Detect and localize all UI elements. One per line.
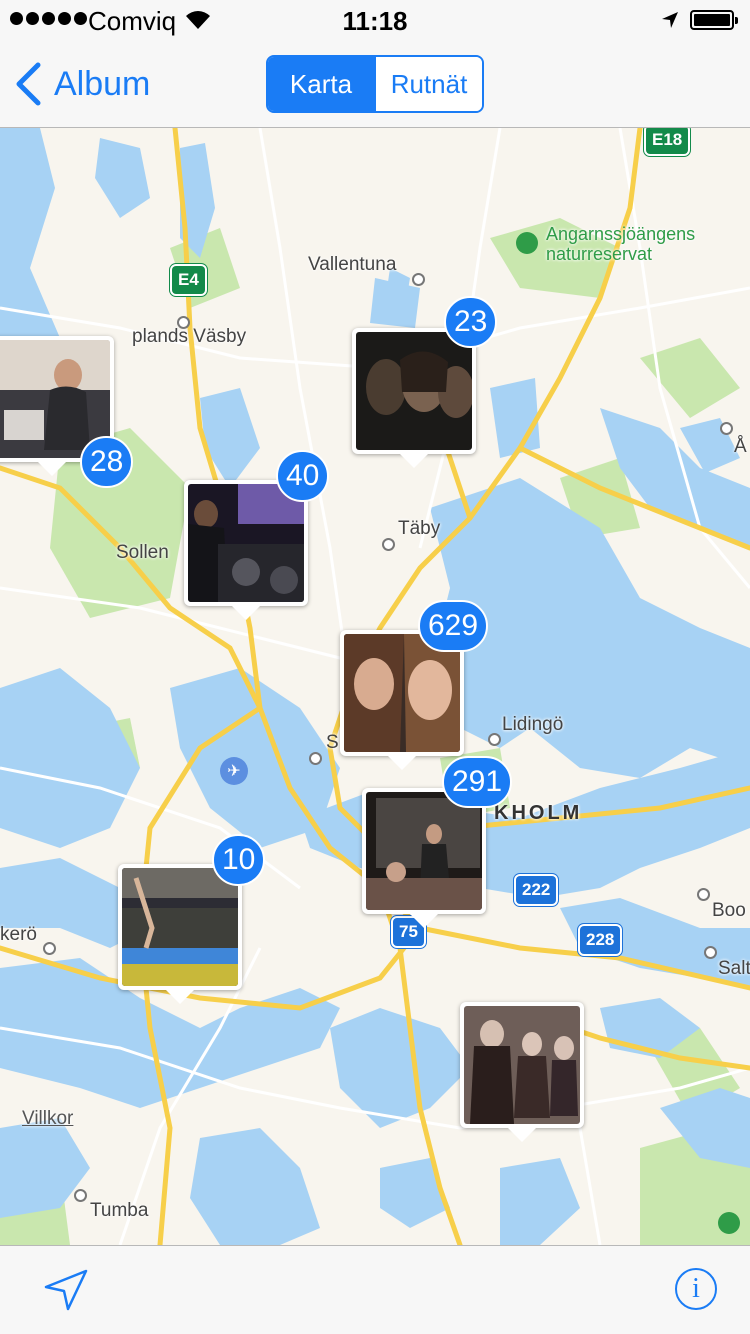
place-label-a-edge: Å — [734, 436, 747, 457]
park-label-line1: Angarnssjöängens — [546, 224, 696, 244]
city-dot — [412, 273, 425, 286]
place-label-tumba: Tumba — [90, 1200, 149, 1221]
city-dot — [309, 752, 322, 765]
city-dot — [720, 422, 733, 435]
park-icon — [718, 1212, 740, 1234]
airport-icon: ✈ — [220, 757, 248, 785]
photo-count-badge: 28 — [80, 436, 134, 488]
info-glyph: i — [692, 1273, 700, 1304]
location-arrow-icon — [662, 12, 678, 28]
place-label-sollentuna: Sollen — [116, 542, 169, 563]
map-view[interactable]: Angarnssjöängens naturreservat Vallentun… — [0, 128, 750, 1245]
navigation-bar: Album Karta Rutnät — [0, 40, 750, 128]
photo-thumbnail — [356, 332, 472, 450]
view-segmented-control: Karta Rutnät — [266, 55, 484, 113]
chevron-left-icon — [16, 62, 41, 106]
park-label-line2: naturreservat — [546, 244, 653, 264]
photo-thumbnail — [188, 484, 304, 602]
city-dot — [74, 1189, 87, 1202]
city-dot — [704, 946, 717, 959]
battery-icon — [690, 10, 738, 30]
legal-terms-link[interactable]: Villkor — [22, 1108, 73, 1130]
photo-count-badge: 10 — [212, 834, 266, 886]
road-shield-228: 228 — [580, 926, 621, 954]
place-label-taby: Täby — [398, 518, 441, 539]
bottom-toolbar: i — [0, 1245, 750, 1334]
place-label-upplands-vasby: plands Väsby — [132, 326, 247, 347]
location-arrow-icon[interactable] — [42, 1268, 90, 1312]
photo-thumbnail — [122, 868, 238, 986]
place-label-boo: Boo — [712, 900, 746, 921]
place-label-s: S — [326, 732, 339, 753]
city-dot — [697, 888, 710, 901]
city-dot — [43, 942, 56, 955]
photo-count-badge: 629 — [418, 600, 489, 652]
road-shield-e4: E4 — [172, 266, 205, 294]
city-dot — [488, 733, 501, 746]
photo-pin[interactable] — [118, 864, 242, 1004]
place-label-kero: kerö — [0, 924, 37, 945]
road-shield-e18: E18 — [646, 128, 689, 154]
photo-thumbnail — [464, 1006, 580, 1124]
place-label-stockholm: KHOLM — [494, 802, 583, 824]
segment-grid[interactable]: Rutnät — [374, 57, 482, 111]
park-icon — [516, 232, 538, 254]
status-bar: Comviq 11:18 — [0, 0, 750, 40]
photo-pin[interactable] — [460, 1002, 584, 1142]
back-button-label: Album — [54, 64, 151, 103]
photo-count-badge: 23 — [444, 296, 498, 348]
place-label-vallentuna: Vallentuna — [308, 254, 397, 275]
place-label-salt: Salt — [718, 958, 750, 979]
place-label-lidingo: Lidingö — [502, 714, 564, 735]
park-label: Angarnssjöängens naturreservat — [546, 224, 695, 264]
photo-count-badge: 40 — [276, 450, 330, 502]
road-shield-222: 222 — [516, 876, 557, 904]
info-icon[interactable]: i — [675, 1268, 717, 1310]
segment-map[interactable]: Karta — [268, 57, 374, 111]
photo-thumbnail — [366, 792, 482, 910]
city-dot — [382, 538, 395, 551]
photo-pin[interactable] — [352, 328, 476, 468]
back-button[interactable]: Album — [14, 60, 150, 108]
clock: 11:18 — [342, 6, 408, 36]
photo-count-badge: 291 — [442, 756, 513, 808]
